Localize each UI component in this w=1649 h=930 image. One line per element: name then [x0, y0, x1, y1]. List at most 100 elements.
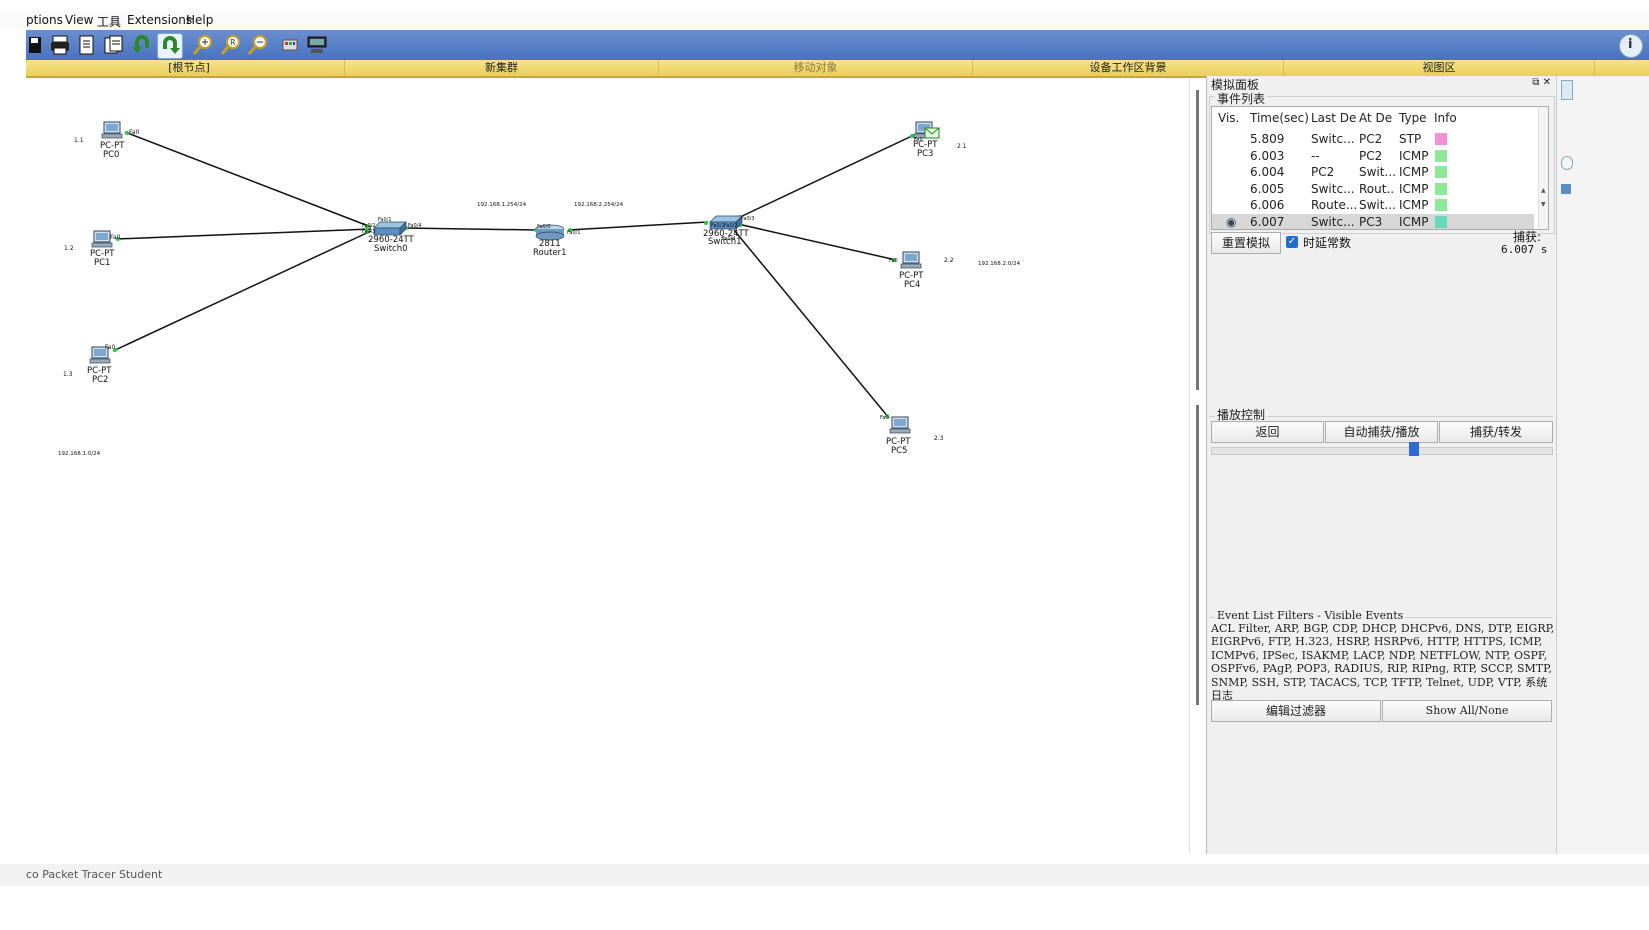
viewport-button[interactable]: 视图区 [1284, 60, 1595, 76]
svg-text:R: R [230, 38, 236, 47]
link-switch1-pc5[interactable] [733, 229, 890, 419]
device-switch0[interactable]: 2960-24TT Switch0 Fa0/1 Fa0/2 Fa0/3 Fa0/… [362, 217, 422, 254]
print-icon[interactable] [48, 33, 72, 57]
edit-filters-button[interactable]: 编辑过滤器 [1211, 700, 1381, 722]
event-info-swatch[interactable] [1435, 149, 1447, 162]
palette-icon[interactable] [278, 33, 302, 57]
link-switch0-router1[interactable] [403, 227, 539, 231]
eye-icon[interactable]: ◉ [1226, 215, 1236, 229]
device-pc4[interactable]: PC-PT PC4 Fa0 2.2 [889, 251, 954, 290]
link-router1-switch1[interactable] [567, 221, 709, 231]
pc-icon [101, 121, 123, 139]
playback-speed-thumb[interactable] [1409, 442, 1419, 456]
event-info-swatch[interactable] [1435, 166, 1447, 178]
event-row[interactable]: 5.809 Switc... PC2 STP [1212, 131, 1534, 147]
menu-extensions[interactable]: Extensions [127, 13, 192, 27]
zoom-in-icon[interactable] [191, 33, 215, 57]
device-pc5[interactable]: PC-PT PC5 Fa0 2.3 [880, 415, 944, 456]
link-switch1-pc4[interactable] [737, 223, 897, 261]
scroll-down-icon[interactable]: ▼ [1541, 201, 1546, 208]
link-pc1-switch0[interactable] [115, 228, 372, 240]
col-time[interactable]: Time(sec) [1250, 111, 1310, 125]
scroll-up-icon[interactable]: ▲ [1541, 187, 1546, 194]
note-gw2[interactable]: 192.168.2.254/24 [574, 202, 624, 208]
move-object-button[interactable]: 移动对象 [659, 60, 973, 76]
redo-icon[interactable] [157, 33, 183, 59]
undo-icon[interactable] [130, 33, 154, 57]
event-info-swatch[interactable] [1435, 199, 1447, 211]
menu-help[interactable]: Help [186, 13, 213, 27]
event-info-swatch[interactable] [1435, 133, 1447, 145]
col-type[interactable]: Type [1399, 111, 1431, 125]
constant-delay-checkbox[interactable]: ✓ [1286, 236, 1298, 248]
event-row[interactable]: 6.003 -- PC2 ICMP [1212, 148, 1534, 164]
main-toolbar: R i [26, 30, 1649, 60]
splitter-handle[interactable] [1196, 405, 1199, 705]
device-switch1[interactable]: 2960-24TT Switch1 Fa0/1 Fa0/2 Fa0/3 Fa0/… [703, 215, 755, 247]
menu-options[interactable]: ptions [26, 13, 63, 27]
root-node-button[interactable]: [根节点] [34, 60, 345, 76]
info-icon[interactable]: i [1619, 34, 1643, 58]
event-list-scrollbar[interactable]: ▲ ▼ [1538, 107, 1548, 229]
filters-label: Event List Filters - Visible Events [1215, 609, 1406, 622]
link-pc0-switch0[interactable] [124, 131, 372, 228]
custom-device-icon[interactable] [305, 33, 329, 57]
event-at-device: Rout... [1359, 181, 1395, 196]
event-row[interactable]: ◉ 6.007 Switc... PC3 ICMP [1212, 213, 1534, 229]
status-bar: co Packet Tracer Student [0, 864, 1649, 886]
event-at-device: PC2 [1359, 148, 1383, 163]
menu-tools[interactable]: 工具 [97, 13, 121, 30]
col-at-device[interactable]: At De [1359, 111, 1394, 125]
note-gw1[interactable]: 192.168.1.254/24 [477, 202, 527, 208]
zoom-reset-icon[interactable]: R [219, 33, 243, 57]
device-pc0[interactable]: PC-PT PC0 Fa0 1.1 [74, 121, 140, 160]
event-type: ICMP [1399, 148, 1429, 163]
pc4-ip-label: 2.2 [944, 257, 954, 264]
back-button[interactable]: 返回 [1211, 421, 1324, 443]
col-last-device[interactable]: Last De [1311, 111, 1356, 125]
note-net1[interactable]: 192.168.1.0/24 [58, 451, 101, 457]
note-net2[interactable]: 192.168.2.0/24 [978, 261, 1021, 267]
topology-canvas[interactable]: PC-PT PC0 Fa0 1.1 PC-PT PC1 Fa0 1.2 PC-P… [26, 78, 1196, 896]
device-pc2[interactable]: PC-PT PC2 Fa0 1.3 [63, 344, 116, 385]
event-row[interactable]: 6.004 PC2 Swit... ICMP [1212, 164, 1534, 180]
capture-forward-button[interactable]: 捕获/转发 [1439, 421, 1553, 443]
show-all-none-button[interactable]: Show All/None [1382, 700, 1552, 722]
zoom-out-icon[interactable] [246, 33, 270, 57]
device-router1[interactable]: 2811 Router1 Fa0/0 Fa0/1 [533, 224, 581, 258]
event-list-table[interactable]: Vis. Time(sec) Last De At De Type Info ▲… [1211, 106, 1549, 230]
event-at-device: PC2 [1359, 132, 1383, 146]
event-info-swatch[interactable] [1435, 182, 1447, 195]
switch-icon [373, 221, 407, 236]
link-switch1-pc3[interactable] [737, 134, 915, 219]
link-pc2-switch0[interactable] [112, 230, 372, 352]
switch0-port-label: Fa0/3 [362, 229, 376, 235]
side-tab-icon[interactable] [1561, 80, 1573, 100]
event-info-swatch[interactable] [1435, 215, 1447, 228]
switch0-port-label: Fa0/1 [378, 217, 392, 223]
col-vis[interactable]: Vis. [1218, 111, 1246, 125]
playback-speed-slider[interactable] [1211, 447, 1553, 455]
switch1-port-label: Fa0/1 [711, 223, 725, 229]
event-row[interactable]: 6.006 Route... Swit... ICMP [1212, 197, 1534, 213]
panel-float-close-icon[interactable]: ⧉ ✕ [1532, 77, 1551, 88]
splitter-handle[interactable] [1196, 90, 1199, 390]
side-tool-icon[interactable] [1561, 184, 1571, 194]
menu-view[interactable]: View [65, 13, 93, 27]
col-info[interactable]: Info [1434, 111, 1464, 125]
auto-capture-play-button[interactable]: 自动捕获/播放 [1325, 421, 1438, 443]
event-row[interactable]: 6.005 Switc... Rout... ICMP [1212, 181, 1534, 197]
side-tool-icon[interactable] [1561, 156, 1573, 170]
set-background-button[interactable]: 设备工作区背景 [973, 60, 1284, 76]
constant-delay-label: 时延常数 [1303, 236, 1352, 250]
device-pc3[interactable]: PC-PT PC3 Fa0 2.1 [913, 121, 967, 159]
pc3-ip-label: 2.1 [957, 143, 967, 150]
reset-simulation-button[interactable]: 重置模拟 [1211, 232, 1281, 254]
device-pc1[interactable]: PC-PT PC1 Fa0 1.2 [64, 230, 121, 268]
canvas-border [1189, 78, 1190, 853]
new-cluster-button[interactable]: 新集群 [345, 60, 659, 76]
copy-icon[interactable] [75, 33, 99, 57]
pc1-ip-label: 1.2 [64, 245, 74, 252]
save-icon[interactable] [26, 33, 50, 57]
paste-icon[interactable] [102, 33, 126, 57]
